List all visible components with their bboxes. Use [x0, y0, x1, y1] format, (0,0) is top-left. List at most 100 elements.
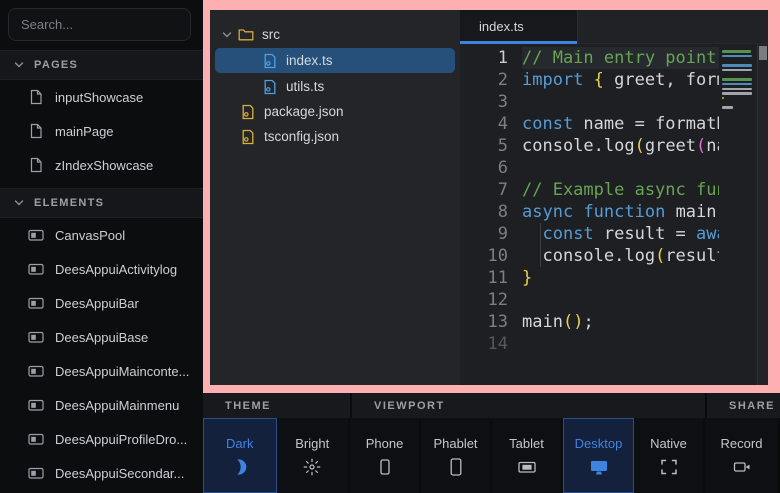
env-toolbar: THEME VIEWPORT SHARE Dark Bright Phone Pha…	[203, 393, 780, 493]
line-text	[522, 333, 719, 355]
sidebar-section-label: PAGES	[34, 59, 78, 71]
line-text: console.log(greet(na	[522, 135, 719, 157]
file-tree: src index.ts utils.ts package.json tscon…	[210, 10, 460, 385]
desktop-icon	[589, 458, 609, 476]
toolbar-button-label: Tablet	[509, 436, 544, 451]
tab-index-ts[interactable]: index.ts	[460, 10, 578, 43]
toolbar-button-native[interactable]: Native	[634, 418, 705, 493]
toolbar-button-label: Record	[721, 436, 763, 451]
toolbar-section-share: SHARE	[705, 393, 780, 418]
sidebar-item-label: CanvasPool	[55, 228, 125, 243]
scrollbar-thumb[interactable]	[759, 46, 767, 60]
tree-file-index.ts[interactable]: index.ts	[210, 48, 460, 73]
sidebar-item-mainPage[interactable]: mainPage	[0, 114, 203, 148]
sidebar-item-label: mainPage	[55, 124, 114, 139]
folder-name: src	[262, 27, 280, 42]
toolbar-buttons: Dark Bright Phone Phablet Tablet Desktop…	[203, 418, 780, 493]
phablet-icon	[446, 458, 466, 476]
toolbar-button-label: Desktop	[575, 436, 623, 451]
toolbar-button-label: Dark	[226, 436, 253, 451]
line-number: 12	[460, 289, 522, 311]
record-icon	[732, 458, 752, 476]
tree-folder-src[interactable]: src	[210, 22, 460, 47]
toolbar-button-label: Phablet	[433, 436, 477, 451]
moon-icon	[230, 458, 250, 476]
code-area[interactable]: 1 // Main entry point 2 import { greet, …	[460, 44, 719, 385]
code-preview: src index.ts utils.ts package.json tscon…	[210, 10, 768, 385]
search-input[interactable]	[8, 8, 191, 41]
toolbar-button-label: Phone	[366, 436, 404, 451]
native-icon	[659, 458, 679, 476]
sidebar-item-DeesAppuiActivitylog[interactable]: DeesAppuiActivitylog	[0, 252, 203, 286]
element-icon	[28, 363, 44, 379]
tablet-icon	[517, 458, 537, 476]
toolbar-button-record[interactable]: Record	[705, 418, 780, 493]
toolbar-section-labels: THEME VIEWPORT SHARE	[203, 393, 780, 418]
editor-scrollbar[interactable]	[757, 44, 768, 385]
folder-icon	[238, 27, 254, 43]
tree-file-name: utils.ts	[286, 79, 324, 94]
toolbar-button-label: Bright	[295, 436, 329, 451]
toolbar-button-phablet[interactable]: Phablet	[421, 418, 492, 493]
sidebar-item-DeesAppuiMainmenu[interactable]: DeesAppuiMainmenu	[0, 388, 203, 422]
ts-file-icon	[262, 79, 278, 95]
sidebar-item-inputShowcase[interactable]: inputShowcase	[0, 80, 203, 114]
element-icon	[28, 261, 44, 277]
sidebar-section-elements[interactable]: ELEMENTS	[0, 188, 203, 218]
toolbar-button-desktop[interactable]: Desktop	[563, 418, 634, 493]
line-number: 10	[460, 245, 522, 267]
code-line: 10 console.log(result	[460, 245, 719, 267]
sidebar-item-DeesAppuiBase[interactable]: DeesAppuiBase	[0, 320, 203, 354]
toolbar-section-title: THEME	[225, 400, 271, 412]
line-number: 11	[460, 267, 522, 289]
sidebar-item-DeesAppuiProfileDro[interactable]: DeesAppuiProfileDro...	[0, 422, 203, 456]
app-root: PAGES inputShowcase mainPage zIndexShowc…	[0, 0, 780, 493]
page-icon	[28, 157, 44, 173]
tree-file-utils.ts[interactable]: utils.ts	[210, 74, 460, 99]
line-number: 13	[460, 311, 522, 333]
chevron-down-icon	[14, 198, 24, 208]
code-line: 8 async function main(	[460, 201, 719, 223]
code-line: 9 const result = awa	[460, 223, 719, 245]
sidebar-item-label: DeesAppuiMainmenu	[55, 398, 179, 413]
sidebar-item-label: DeesAppuiSecondar...	[55, 466, 184, 481]
tree-file-tsconfig.json[interactable]: tsconfig.json	[210, 124, 460, 149]
line-text: import { greet, form	[522, 69, 719, 91]
sun-icon	[302, 458, 322, 476]
toolbar-section-title: VIEWPORT	[374, 400, 445, 412]
line-text: // Example async fun	[522, 179, 719, 201]
line-number: 5	[460, 135, 522, 157]
element-icon	[28, 329, 44, 345]
toolbar-button-bright[interactable]: Bright	[277, 418, 351, 493]
editor-tabbar: index.ts	[460, 10, 768, 44]
sidebar-item-DeesAppuiSecondar[interactable]: DeesAppuiSecondar...	[0, 456, 203, 490]
line-text: console.log(result	[522, 245, 719, 267]
tree-file-name: index.ts	[286, 53, 333, 68]
tree-file-package.json[interactable]: package.json	[210, 99, 460, 124]
sidebar-item-CanvasPool[interactable]: CanvasPool	[0, 218, 203, 252]
toolbar-button-tablet[interactable]: Tablet	[492, 418, 563, 493]
line-text: const name = formatN	[522, 113, 719, 135]
minimap[interactable]	[719, 44, 757, 385]
line-number: 14	[460, 333, 522, 355]
sidebar-item-zIndexShowcase[interactable]: zIndexShowcase	[0, 148, 203, 182]
toolbar-button-phone[interactable]: Phone	[350, 418, 421, 493]
code-line: 4 const name = formatN	[460, 113, 719, 135]
code-line: 7 // Example async fun	[460, 179, 719, 201]
tree-file-name: package.json	[264, 104, 344, 119]
line-text	[522, 157, 719, 179]
sidebar-item-DeesAppuiBar[interactable]: DeesAppuiBar	[0, 286, 203, 320]
line-number: 6	[460, 157, 522, 179]
tab-label: index.ts	[479, 19, 524, 34]
line-text: }	[522, 267, 719, 289]
toolbar-button-dark[interactable]: Dark	[203, 418, 277, 493]
line-number: 1	[460, 47, 522, 69]
line-text: // Main entry point	[522, 47, 719, 69]
chevron-down-icon	[222, 30, 232, 40]
code-line: 3	[460, 91, 719, 113]
sidebar-section-pages[interactable]: PAGES	[0, 50, 203, 80]
line-text: main();	[522, 311, 719, 333]
code-line: 5 console.log(greet(na	[460, 135, 719, 157]
sidebar-item-DeesAppuiMainconte[interactable]: DeesAppuiMainconte...	[0, 354, 203, 388]
toolbar-section-title: SHARE	[729, 400, 775, 412]
